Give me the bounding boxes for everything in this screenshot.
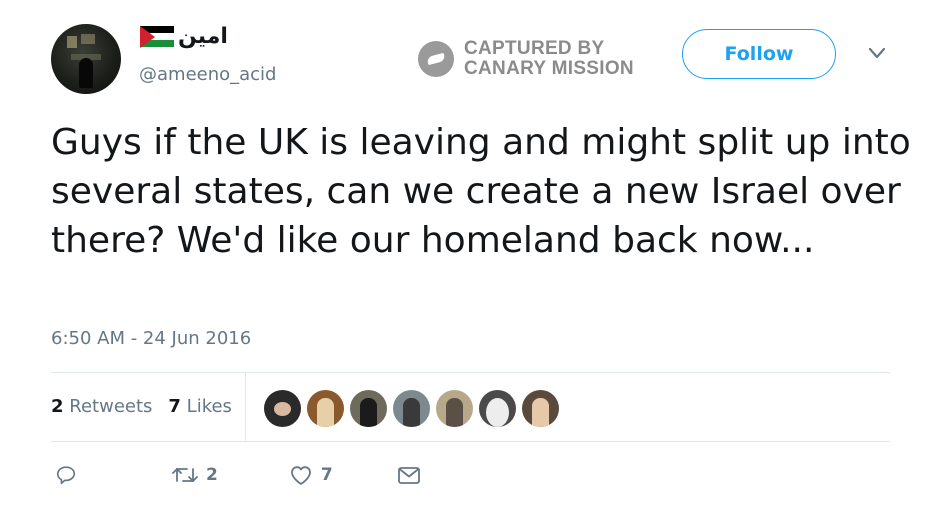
watermark-line1: CAPTURED BY bbox=[464, 38, 605, 59]
likes-label: Likes bbox=[186, 396, 232, 417]
like-count: 7 bbox=[320, 465, 333, 485]
liker-avatar[interactable] bbox=[522, 390, 559, 427]
follow-button[interactable]: Follow bbox=[682, 29, 836, 79]
display-name: امين bbox=[178, 24, 228, 49]
liker-avatar[interactable] bbox=[393, 390, 430, 427]
liker-avatar[interactable] bbox=[479, 390, 516, 427]
liker-avatars bbox=[264, 390, 559, 427]
avatar-figure bbox=[79, 58, 93, 88]
retweets-stat[interactable]: 2 Retweets bbox=[51, 396, 152, 417]
liker-avatar[interactable] bbox=[264, 390, 301, 427]
likes-stat[interactable]: 7 Likes bbox=[168, 396, 232, 417]
tweet-timestamp[interactable]: 6:50 AM - 24 Jun 2016 bbox=[51, 328, 251, 349]
retweets-count: 2 bbox=[51, 396, 64, 417]
watermark-text: CAPTURED BY CANARY MISSION bbox=[464, 39, 634, 79]
chevron-down-icon[interactable] bbox=[868, 46, 886, 60]
reply-action[interactable] bbox=[55, 464, 85, 486]
likes-count: 7 bbox=[168, 396, 181, 417]
watermark-line2: CANARY MISSION bbox=[464, 58, 634, 79]
retweet-icon bbox=[172, 468, 198, 482]
liker-avatar[interactable] bbox=[436, 390, 473, 427]
retweet-action[interactable]: 2 bbox=[172, 464, 218, 486]
divider bbox=[51, 441, 890, 442]
tweet-text: Guys if the UK is leaving and might spli… bbox=[51, 122, 911, 261]
message-action[interactable] bbox=[397, 464, 421, 486]
retweet-count: 2 bbox=[206, 465, 218, 485]
engagement-stats: 2 Retweets 7 Likes bbox=[51, 396, 232, 417]
canary-mission-watermark: CAPTURED BY CANARY MISSION bbox=[418, 39, 634, 79]
avatar[interactable] bbox=[51, 24, 121, 94]
avatar-detail bbox=[67, 36, 77, 48]
liker-avatar[interactable] bbox=[350, 390, 387, 427]
display-name-row[interactable]: امين bbox=[140, 24, 228, 49]
divider bbox=[51, 372, 890, 373]
tweet-actions: 2 7 bbox=[55, 464, 421, 486]
user-handle[interactable]: @ameeno_acid bbox=[139, 64, 277, 85]
reply-icon bbox=[56, 466, 76, 485]
canary-mission-logo bbox=[418, 41, 454, 77]
like-icon bbox=[290, 466, 311, 485]
retweets-label: Retweets bbox=[69, 396, 153, 417]
palestine-flag-icon bbox=[140, 25, 174, 48]
divider-vertical bbox=[245, 373, 246, 441]
avatar-detail bbox=[81, 34, 95, 44]
like-action[interactable]: 7 bbox=[289, 464, 333, 486]
liker-avatar[interactable] bbox=[307, 390, 344, 427]
message-icon bbox=[397, 467, 420, 484]
